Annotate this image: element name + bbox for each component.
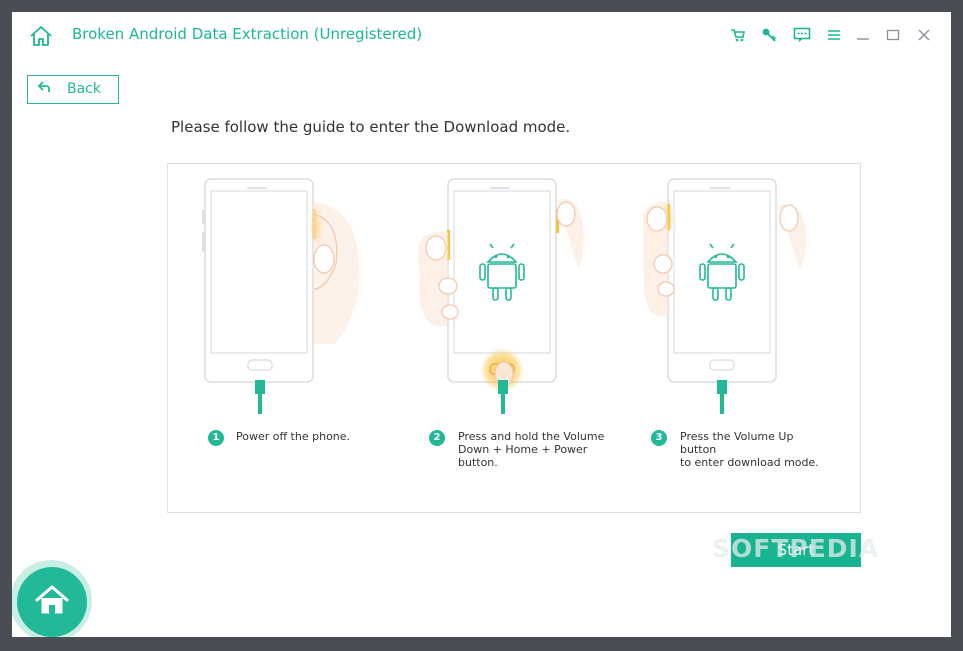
feedback-icon[interactable] [793,27,811,47]
home-button-circle [17,567,87,637]
minimize-icon[interactable] [856,27,870,47]
app-title: Broken Android Data Extraction (Unregist… [72,25,423,43]
step1-illustration [202,178,360,414]
step-3-text: Press the Volume Up button to enter down… [680,430,819,469]
title-bar: Broken Android Data Extraction (Unregist… [12,12,951,62]
step-2-text: Press and hold the Volume Down + Home + … [458,430,605,469]
step-3-number: 3 [651,430,667,446]
step3-illustration [643,178,807,414]
start-button[interactable]: Start [731,533,861,567]
home-icon[interactable] [28,24,54,52]
cart-icon[interactable] [730,27,746,47]
back-button[interactable]: Back [27,75,119,104]
step-2-number: 2 [429,430,445,446]
instruction-panel: 1 Power off the phone. 2 Press and hold … [167,163,861,513]
back-arrow-icon [37,80,51,98]
step2-illustration [418,178,584,414]
back-button-label: Back [67,81,101,97]
menu-icon[interactable] [826,27,842,47]
home-button[interactable] [12,560,92,637]
step-1-text: Power off the phone. [236,430,351,443]
close-icon[interactable] [917,27,931,47]
home-icon [34,584,70,620]
app-window: Broken Android Data Extraction (Unregist… [12,12,951,637]
key-icon[interactable] [761,27,777,47]
maximize-icon[interactable] [886,27,900,47]
guide-heading: Please follow the guide to enter the Dow… [171,118,571,136]
step-1-number: 1 [208,430,224,446]
